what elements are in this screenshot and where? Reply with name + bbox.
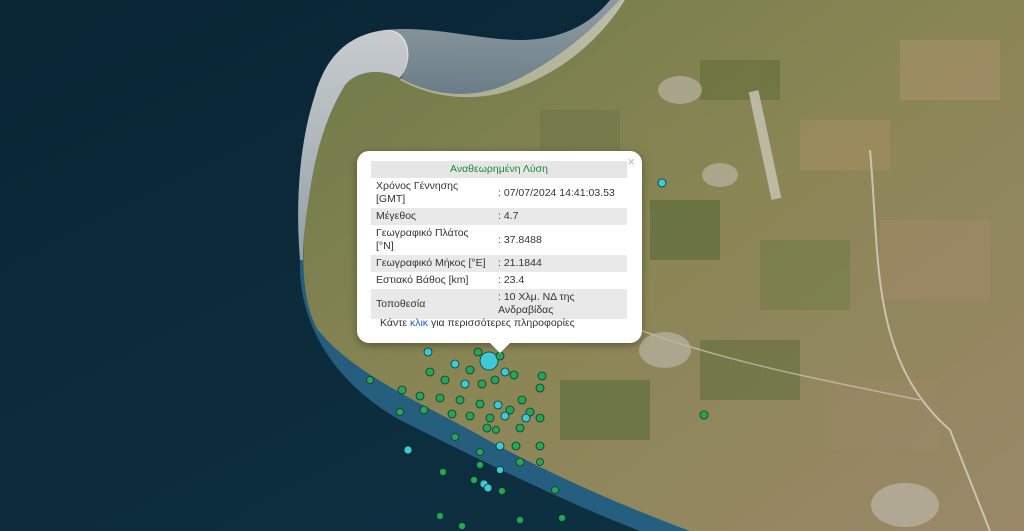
row-latitude: Γεωγραφικό Πλάτος [°N] : 37.8488 [371,225,627,255]
earthquake-popup: × Αναθεωρημένη Λύση Χρόνος Γέννησης [GMT… [357,151,642,353]
value-location: : 10 Χλμ. ΝΔ της Ανδραβίδας [493,289,627,319]
earthquake-marker[interactable] [479,351,499,371]
earthquake-marker[interactable] [419,405,429,415]
more-info-prefix: Κάντε [380,317,410,329]
earthquake-marker[interactable] [521,413,531,423]
town [658,76,702,104]
earthquake-marker[interactable] [537,371,547,381]
earthquake-marker[interactable] [451,433,459,441]
popup-table: Αναθεωρημένη Λύση Χρόνος Γέννησης [GMT] … [371,161,627,319]
earthquake-marker[interactable] [500,411,510,421]
row-magnitude: Μέγεθος : 4.7 [371,208,627,225]
earthquake-marker[interactable] [450,359,460,369]
earthquake-marker[interactable] [475,399,485,409]
row-longitude: Γεωγραφικό Μήκος [°E] : 21.1844 [371,255,627,272]
town [702,163,738,187]
earthquake-marker[interactable] [458,522,466,530]
earthquake-marker[interactable] [477,379,487,389]
earthquake-marker[interactable] [509,370,519,380]
earthquake-marker[interactable] [515,423,525,433]
label-location: Τοποθεσία [371,289,493,319]
earthquake-marker[interactable] [498,487,506,495]
town [871,483,939,527]
popup-title: Αναθεωρημένη Λύση [371,161,627,178]
map-view[interactable]: × Αναθεωρημένη Λύση Χρόνος Γέννησης [GMT… [0,0,1024,531]
earthquake-marker[interactable] [482,423,492,433]
earthquake-marker[interactable] [490,375,500,385]
earthquake-marker[interactable] [415,391,425,401]
earthquake-marker[interactable] [485,413,495,423]
earthquake-marker[interactable] [500,367,510,377]
earthquake-marker[interactable] [476,461,484,469]
earthquake-marker[interactable] [535,441,545,451]
close-icon[interactable]: × [627,154,635,169]
earthquake-marker[interactable] [495,351,505,361]
earthquake-marker[interactable] [396,408,404,416]
earthquake-marker[interactable] [465,365,475,375]
earthquake-marker[interactable] [366,376,374,384]
label-origin-time: Χρόνος Γέννησης [GMT] [376,180,459,205]
earthquake-marker[interactable] [436,512,444,520]
earthquake-marker[interactable] [496,466,504,474]
earthquake-marker[interactable] [397,385,407,395]
earthquake-marker[interactable] [483,483,493,493]
value-magnitude: : 4.7 [493,208,627,225]
earthquake-marker[interactable] [657,178,667,188]
earthquake-marker[interactable] [423,347,433,357]
earthquake-marker[interactable] [473,347,483,357]
earthquake-marker[interactable] [435,393,445,403]
earthquake-marker[interactable] [495,441,505,451]
earthquake-marker[interactable] [535,413,545,423]
earthquake-marker[interactable] [476,448,484,456]
earthquake-marker[interactable] [470,476,478,484]
row-origin-time: Χρόνος Γέννησης [GMT] : 07/07/2024 14:41… [371,178,627,208]
label-longitude: Γεωγραφικό Μήκος [°E] [371,255,493,272]
row-depth: Εστιακό Βάθος [km] : 23.4 [371,272,627,289]
label-depth: Εστιακό Βάθος [km] [376,274,469,286]
earthquake-marker[interactable] [425,367,435,377]
popup-title-row: Αναθεωρημένη Λύση [371,161,627,178]
more-info-link[interactable]: κλικ [410,317,428,329]
earthquake-marker[interactable] [493,400,503,410]
earthquake-marker[interactable] [551,486,559,494]
earthquake-marker[interactable] [447,409,457,419]
earthquake-marker[interactable] [403,445,413,455]
value-latitude: : 37.8488 [498,233,542,246]
earthquake-marker[interactable] [699,410,709,420]
earthquake-marker[interactable] [536,458,544,466]
value-depth: : 23.4 [498,274,525,286]
earthquake-marker[interactable] [517,395,527,405]
earthquake-marker[interactable] [511,441,521,451]
earthquake-marker[interactable] [535,383,545,393]
value-longitude: : 21.1844 [493,255,627,272]
more-info-suffix: για περισσότερες πληροφορίες [428,317,575,329]
label-magnitude: Μέγεθος [371,208,493,225]
earthquake-marker[interactable] [460,379,470,389]
earthquake-marker[interactable] [492,426,500,434]
earthquake-marker[interactable] [465,411,475,421]
town [639,332,691,368]
more-info-text: Κάντε κλικ για περισσότερες πληροφορίες [380,317,575,329]
earthquake-marker[interactable] [516,516,524,524]
value-origin-time: : 07/07/2024 14:41:03.53 [498,186,615,199]
label-latitude: Γεωγραφικό Πλάτος [°N] [376,227,469,252]
earthquake-marker[interactable] [558,514,566,522]
earthquake-marker[interactable] [440,375,450,385]
earthquake-marker[interactable] [439,468,447,476]
earthquake-marker[interactable] [515,457,525,467]
row-location: Τοποθεσία : 10 Χλμ. ΝΔ της Ανδραβίδας [371,289,627,319]
earthquake-marker[interactable] [455,395,465,405]
